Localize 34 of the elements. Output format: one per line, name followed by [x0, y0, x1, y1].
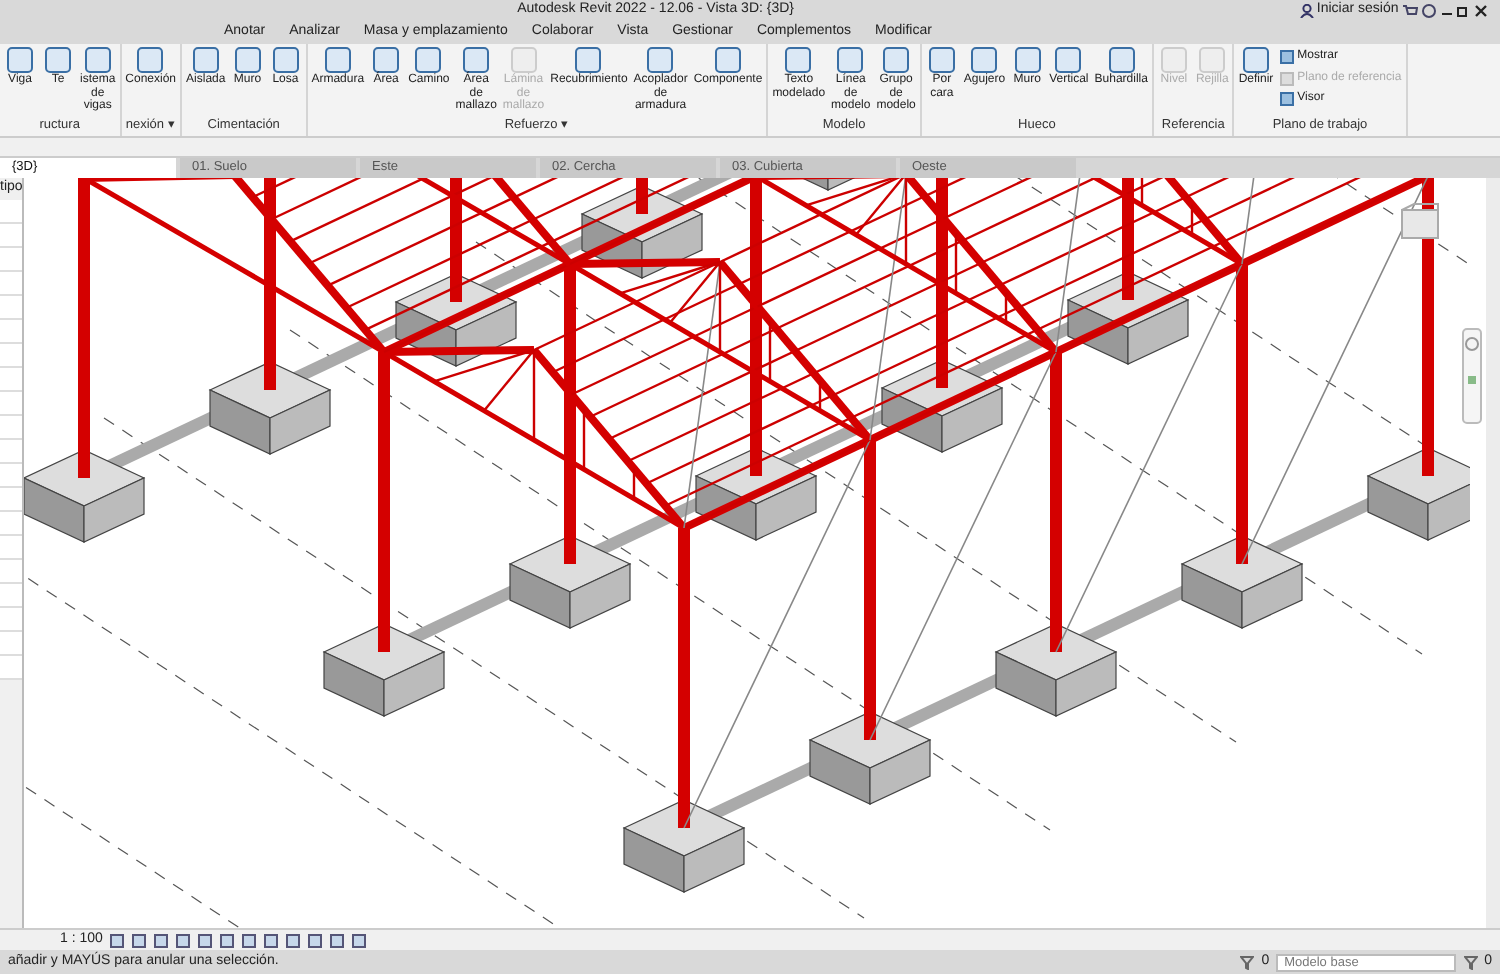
- square-icon: [882, 46, 911, 74]
- square-icon: [1279, 92, 1294, 107]
- square-icon: [1241, 46, 1270, 74]
- square-icon: [372, 46, 401, 74]
- square-icon: [191, 46, 220, 74]
- square-icon: [44, 46, 72, 74]
- square-icon: [1279, 71, 1294, 85]
- square-icon: [784, 46, 813, 74]
- square-icon: [836, 46, 865, 74]
- square-icon: [233, 46, 262, 74]
- square-icon: [714, 46, 742, 74]
- square-icon: [970, 46, 999, 74]
- square-icon: [646, 46, 675, 74]
- square-icon: [414, 46, 443, 74]
- funnel-icon[interactable]: [1463, 955, 1478, 969]
- user-icon[interactable]: [1299, 4, 1314, 18]
- square-icon: [83, 46, 112, 74]
- square-icon: [574, 46, 603, 74]
- restore-icon[interactable]: [1456, 4, 1471, 18]
- square-icon: [136, 46, 165, 74]
- square-icon: [1279, 49, 1294, 64]
- square-icon: [927, 46, 956, 74]
- cart-icon[interactable]: [1402, 4, 1418, 18]
- square-icon: [1013, 46, 1042, 74]
- filter-icon[interactable]: [1240, 955, 1255, 969]
- square-icon: [1107, 46, 1136, 74]
- square-icon: [462, 46, 491, 74]
- square-icon: [323, 46, 352, 74]
- vertical-scrollbar[interactable]: [1486, 178, 1500, 928]
- property-row: [0, 487, 22, 511]
- square-icon: [271, 46, 300, 74]
- square-icon: [1054, 46, 1083, 74]
- close-icon[interactable]: [1474, 4, 1488, 18]
- square-icon: [6, 46, 34, 74]
